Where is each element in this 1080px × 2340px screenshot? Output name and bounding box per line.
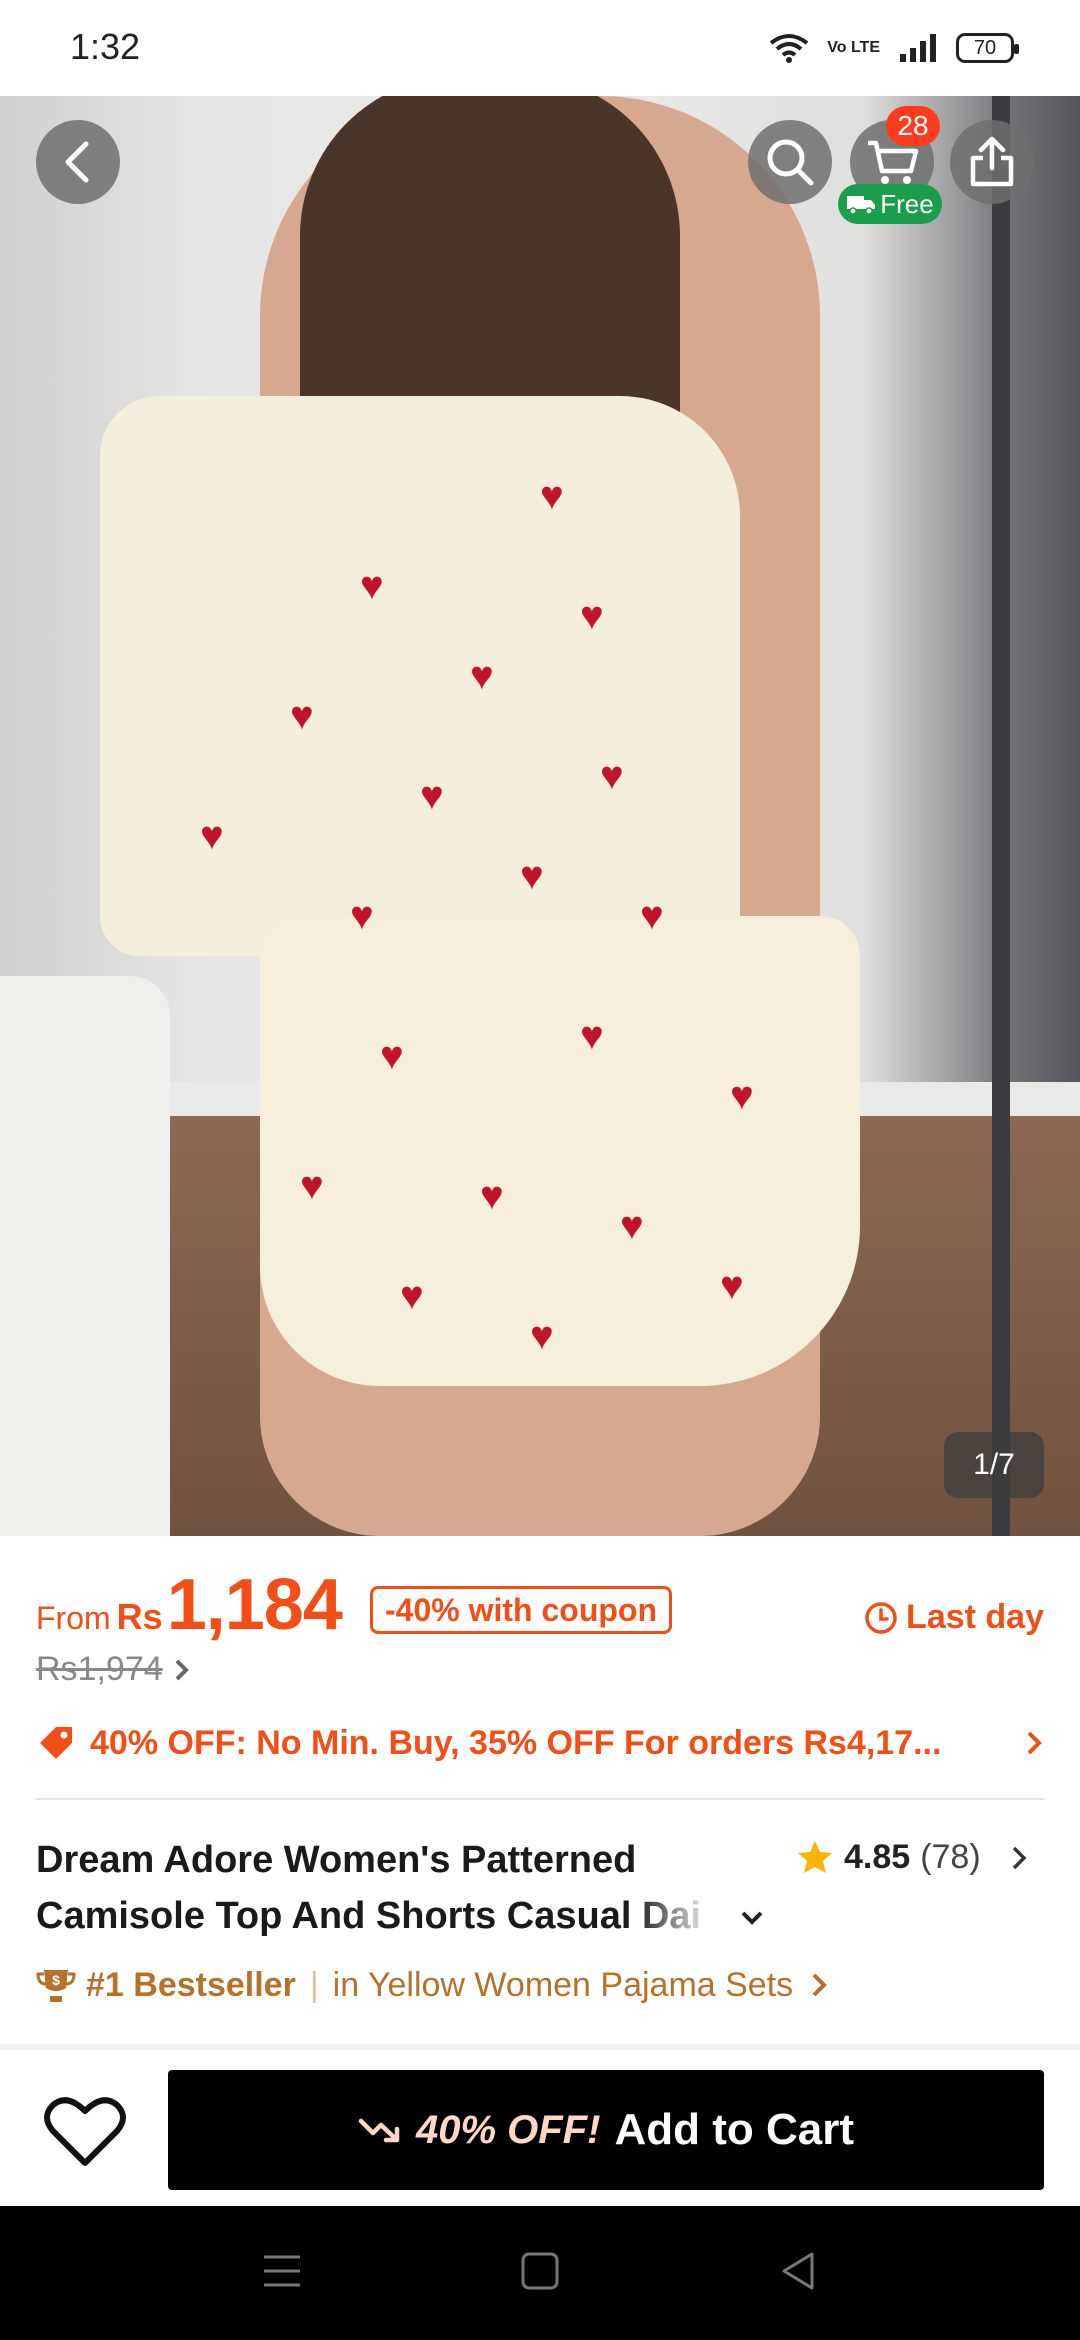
expand-title-button[interactable] [734,1898,770,1938]
trend-down-icon [358,2118,400,2143]
heart-print: ♥ [580,1014,604,1058]
price-row: From Rs 1,184 [36,1564,343,1645]
review-count: (78) [920,1838,981,1876]
chevron-right-icon [1012,1846,1027,1869]
heart-print: ♥ [620,1204,644,1248]
rating-summary[interactable]: 4.85 (78) [796,1838,1029,1877]
camisole-top [100,396,740,956]
discount-label: 40% OFF! [415,2107,601,2152]
volte-icon: Vo LTE [827,39,880,56]
mirror-backdrop [992,96,1010,1536]
chevron-right-icon [812,1973,828,1997]
heart-print: ♥ [300,1164,324,1208]
product-title-line: Dream Adore Women's Patterned [36,1839,637,1881]
add-to-cart-label: Add to Cart [614,2105,854,2154]
chevron-right-icon [1027,1731,1042,1755]
share-icon [970,136,1014,187]
heart-print: ♥ [730,1074,754,1118]
bestseller-rank: #1 Bestseller [86,1965,296,2004]
bestseller-category: in Yellow Women Pajama Sets [332,1965,794,2004]
home-square-icon [521,2252,559,2290]
promo-row[interactable]: 40% OFF: No Min. Buy, 35% OFF For orders… [36,1716,1044,1770]
truck-icon [847,196,876,215]
heart-print: ♥ [640,894,664,938]
back-icon [65,141,89,183]
heart-print: ♥ [200,814,224,858]
status-time: 1:32 [70,26,141,67]
heart-print: ♥ [480,1174,504,1218]
status-bar: 1:32 Vo LTE 70 [0,0,1080,96]
coupon-badge[interactable]: -40% with coupon [370,1586,672,1634]
heart-icon [44,2097,126,2166]
promo-text: 40% OFF: No Min. Buy, 35% OFF For orders… [90,1723,942,1762]
heart-print: ♥ [470,654,494,698]
system-back-button[interactable] [758,2236,838,2306]
price-amount: 1,184 [166,1565,343,1645]
status-icons: Vo LTE 70 [769,28,1019,68]
free-shipping-label: Free [880,188,934,219]
home-button[interactable] [500,2236,580,2306]
bestseller-row[interactable]: $ #1 Bestseller | in Yellow Women Pajama… [36,1960,829,2010]
share-button[interactable] [950,120,1034,204]
cart-count-badge: 28 [886,106,940,146]
add-to-cart-button[interactable]: 40% OFF! Add to Cart [168,2070,1044,2190]
heart-print: ♥ [400,1274,424,1318]
back-triangle-icon [782,2252,814,2290]
battery-level: 70 [973,36,997,59]
price-currency: Rs [116,1596,163,1637]
image-counter: 1/7 [944,1432,1044,1498]
price-from-label: From [36,1600,111,1636]
system-nav-bar [0,2206,1080,2340]
heart-print: ♥ [530,1314,554,1358]
heart-print: ♥ [290,694,314,738]
heart-print: ♥ [720,1264,744,1308]
heart-print: ♥ [540,474,564,518]
heart-print: ♥ [600,754,624,798]
rating-value: 4.85 [844,1838,911,1876]
battery-icon: 70 [956,33,1019,63]
search-icon [767,139,814,186]
original-price-text: Rs1,974 [36,1650,163,1688]
title-fade [636,1890,746,1946]
back-button[interactable] [36,120,120,204]
chevron-right-icon [175,1659,189,1680]
svg-text:$: $ [52,1972,60,1988]
free-shipping-badge: Free [838,184,942,224]
heart-print: ♥ [520,854,544,898]
heart-print: ♥ [420,774,444,818]
heart-print: ♥ [350,894,374,938]
menu-icon [264,2255,300,2287]
wishlist-button[interactable] [40,2086,130,2176]
satin-shorts [260,916,860,1386]
deadline-text: Last day [906,1598,1044,1636]
heart-print: ♥ [360,564,384,608]
divider [36,1798,1044,1800]
bed-backdrop [0,976,170,1536]
clock-icon [865,1601,897,1634]
deadline-label: Last day [864,1598,1044,1637]
heart-print: ♥ [380,1034,404,1078]
recent-apps-button[interactable] [242,2236,322,2306]
original-price[interactable]: Rs1,974 [36,1650,191,1689]
star-icon [798,1840,832,1873]
tag-icon [40,1727,72,1759]
heart-print: ♥ [580,594,604,638]
signal-icon [900,34,936,62]
separator: | [309,1965,319,2004]
chevron-down-icon [741,1911,763,1925]
wifi-icon [770,34,809,63]
search-button[interactable] [748,120,832,204]
product-image-gallery[interactable]: ♥ ♥ ♥ ♥ ♥ ♥ ♥ ♥ ♥ ♥ ♥ ♥ ♥ ♥ ♥ ♥ ♥ ♥ ♥ ♥ [0,96,1080,1536]
trophy-icon: $ [36,1970,76,2002]
